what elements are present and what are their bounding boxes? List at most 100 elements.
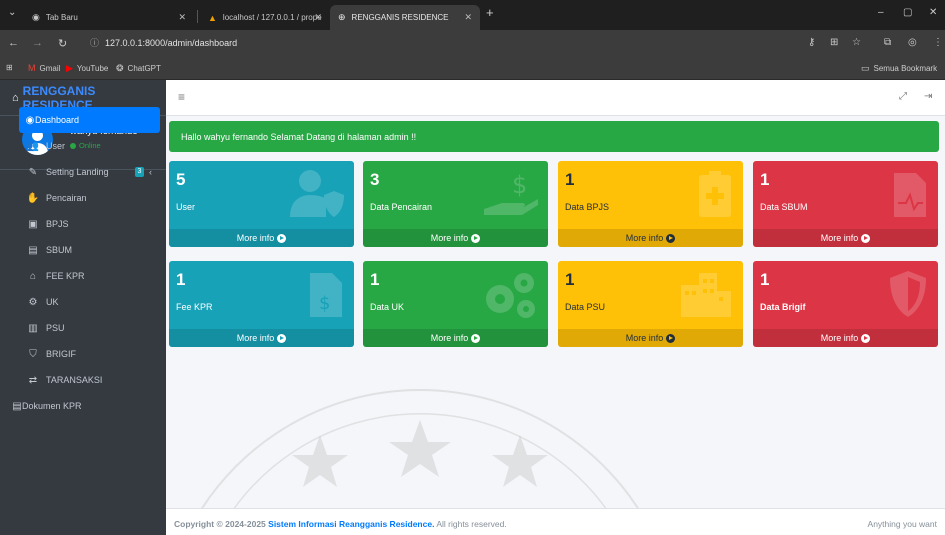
menu-icon[interactable]: ⋮ bbox=[933, 37, 943, 48]
bookmarks-bar: ⊞ M Gmail ▶ YouTube ❂ ChatGPT ▭ Semua Bookma… bbox=[0, 58, 945, 80]
sidebar-item-user[interactable]: 👥 User bbox=[0, 133, 166, 159]
tab-phpmyadmin[interactable]: ▲ localhost / 127.0.0.1 / properti ✕ bbox=[200, 5, 330, 30]
file-invoice-dollar-icon: $ bbox=[306, 269, 346, 326]
more-info-link[interactable]: More info bbox=[169, 329, 354, 347]
card-fee-kpr: 1 Fee KPR $ More info bbox=[169, 261, 354, 347]
phpmyadmin-icon: ▲ bbox=[208, 12, 217, 23]
close-icon[interactable]: ✕ bbox=[464, 12, 472, 23]
card-sbum: 1 Data SBUM More info bbox=[753, 161, 938, 247]
extensions-icon[interactable]: ⧉ bbox=[884, 37, 891, 48]
sidebar-item-label: Dashboard bbox=[35, 115, 80, 125]
sidebar-item-bpjs[interactable]: ▣ BPJS bbox=[0, 211, 166, 237]
site-link[interactable]: Sistem Informasi Reangganis Residence. bbox=[268, 519, 434, 529]
new-tab-icon[interactable]: + bbox=[486, 5, 494, 20]
gmail-icon: M bbox=[28, 63, 36, 73]
file-alt-icon: ▤ bbox=[12, 400, 22, 412]
sidebar-item-pencairan[interactable]: ✋ Pencairan bbox=[0, 185, 166, 211]
tab-rengganis[interactable]: ⊕ RENGGANIS RESIDENCE ✕ bbox=[330, 5, 480, 30]
arrow-circle-right-icon bbox=[471, 233, 481, 243]
file-icon: ▤ bbox=[28, 244, 38, 256]
bookmark-label: Gmail bbox=[39, 63, 61, 73]
all-bookmarks[interactable]: ▭ Semua Bookmark bbox=[861, 63, 937, 74]
sidebar-item-setting-landing[interactable]: ✎ Setting Landing 3 ‹ bbox=[0, 159, 166, 185]
password-key-icon[interactable]: ⚷ bbox=[808, 37, 815, 48]
copyright-label: Copyright © 2024-2025 bbox=[174, 519, 266, 529]
sidebar-item-sbum[interactable]: ▤ SBUM bbox=[0, 237, 166, 263]
more-info-link[interactable]: More info bbox=[363, 329, 548, 347]
arrow-circle-right-icon bbox=[277, 333, 287, 343]
more-info-link[interactable]: More info bbox=[169, 229, 354, 247]
sidebar-item-brigif[interactable]: ⛉ BRIGIF bbox=[0, 341, 166, 367]
back-icon[interactable]: ← bbox=[8, 37, 19, 49]
card-label: User bbox=[176, 202, 196, 212]
cogs-icon: ⚙ bbox=[28, 296, 38, 308]
tab-new[interactable]: ◉ Tab Baru ✕ bbox=[24, 5, 194, 30]
address-bar: ← → ↻ ⓘ 127.0.0.1:8000/admin/dashboard ⚷ … bbox=[0, 30, 945, 58]
all-bookmarks-label: Semua Bookmark bbox=[873, 64, 938, 73]
sidebar-item-label: TARANSAKSI bbox=[46, 375, 103, 385]
welcome-alert: Hallo wahyu fernando Selamat Datang di h… bbox=[169, 121, 939, 152]
logout-icon[interactable]: ⇥ bbox=[924, 91, 932, 102]
sidebar-item-label: Setting Landing bbox=[46, 167, 109, 177]
file-medical-alt-icon bbox=[890, 169, 930, 226]
card-label: Data UK bbox=[370, 302, 405, 312]
bookmark-gmail[interactable]: M Gmail bbox=[28, 63, 60, 73]
card-count: 1 bbox=[760, 270, 770, 289]
bookmark-chatgpt[interactable]: ❂ ChatGPT bbox=[116, 63, 161, 74]
close-icon[interactable]: ✕ bbox=[314, 12, 322, 23]
reload-icon[interactable]: ↻ bbox=[58, 37, 67, 50]
sidebar-item-label: UK bbox=[46, 297, 59, 307]
tab-label: Tab Baru bbox=[45, 13, 78, 22]
card-label: Fee KPR bbox=[176, 302, 213, 312]
sidebar-item-dashboard[interactable]: ◉ Dashboard bbox=[19, 107, 160, 133]
card-uk: 1 Data UK More info bbox=[363, 261, 548, 347]
sidebar-item-psu[interactable]: ▥ PSU bbox=[0, 315, 166, 341]
medkit-icon: ▣ bbox=[28, 218, 38, 230]
svg-text:$: $ bbox=[512, 171, 527, 199]
hand-holding-icon: ✋ bbox=[26, 192, 40, 204]
page-footer: Copyright © 2024-2025 Sistem Informasi R… bbox=[166, 508, 945, 535]
translate-icon[interactable]: ⊞ bbox=[830, 37, 838, 48]
apps-icon[interactable]: ⊞ bbox=[6, 63, 13, 72]
bookmark-youtube[interactable]: ▶ YouTube bbox=[66, 63, 108, 74]
tab-list-icon[interactable]: ⌄ bbox=[8, 7, 16, 18]
close-icon[interactable]: ✕ bbox=[178, 12, 186, 23]
more-info-link[interactable]: More info bbox=[363, 229, 548, 247]
more-info-link[interactable]: More info bbox=[753, 229, 938, 247]
arrow-circle-right-icon bbox=[277, 233, 287, 243]
more-info-label: More info bbox=[820, 333, 859, 343]
card-label: Data BPJS bbox=[565, 202, 610, 212]
forward-icon[interactable]: → bbox=[32, 37, 43, 49]
bookmark-star-icon[interactable]: ☆ bbox=[852, 37, 861, 48]
profile-icon[interactable]: ◎ bbox=[908, 37, 917, 48]
card-label: Data SBUM bbox=[760, 202, 808, 212]
more-info-link[interactable]: More info bbox=[753, 329, 938, 347]
site-info-icon[interactable]: ⓘ bbox=[90, 38, 99, 48]
card-count: 1 bbox=[176, 270, 186, 289]
svg-text:$: $ bbox=[319, 293, 330, 314]
footer-right-text: Anything you want bbox=[867, 519, 937, 529]
more-info-label: More info bbox=[236, 233, 275, 243]
copyright-text: Copyright © 2024-2025 Sistem Informasi R… bbox=[174, 519, 507, 529]
sidebar-item-dokumen-kpr[interactable]: ▤ Dokumen KPR bbox=[0, 393, 166, 419]
browser-tab-strip: ⌄ ◉ Tab Baru ✕ ▲ localhost / 127.0.0.1 /… bbox=[0, 0, 945, 30]
file-medical-icon bbox=[695, 169, 735, 226]
restore-icon[interactable]: ▢ bbox=[903, 7, 912, 18]
window-close-icon[interactable]: ✕ bbox=[929, 7, 937, 18]
url-field[interactable]: ⓘ 127.0.0.1:8000/admin/dashboard bbox=[90, 36, 237, 49]
more-info-link[interactable]: More info bbox=[558, 229, 743, 247]
sidebar-item-transaksi[interactable]: ⇄ TARANSAKSI bbox=[0, 367, 166, 393]
hamburger-menu-icon[interactable]: ≡ bbox=[178, 90, 185, 104]
chevron-left-icon[interactable]: ‹ bbox=[149, 167, 152, 177]
more-info-label: More info bbox=[625, 233, 664, 243]
card-label: Data Brigif bbox=[760, 302, 806, 312]
sidebar-item-fee-kpr[interactable]: ⌂ FEE KPR bbox=[0, 263, 166, 289]
fullscreen-icon[interactable]: ⤢ bbox=[899, 91, 907, 102]
card-psu: 1 Data PSU More info bbox=[558, 261, 743, 347]
card-count: 1 bbox=[370, 270, 380, 289]
sidebar-item-uk[interactable]: ⚙ UK bbox=[0, 289, 166, 315]
bookmark-label: YouTube bbox=[76, 64, 109, 73]
more-info-link[interactable]: More info bbox=[558, 329, 743, 347]
minimize-icon[interactable]: – bbox=[878, 7, 884, 18]
sidebar-item-label: Dokumen KPR bbox=[22, 401, 82, 411]
